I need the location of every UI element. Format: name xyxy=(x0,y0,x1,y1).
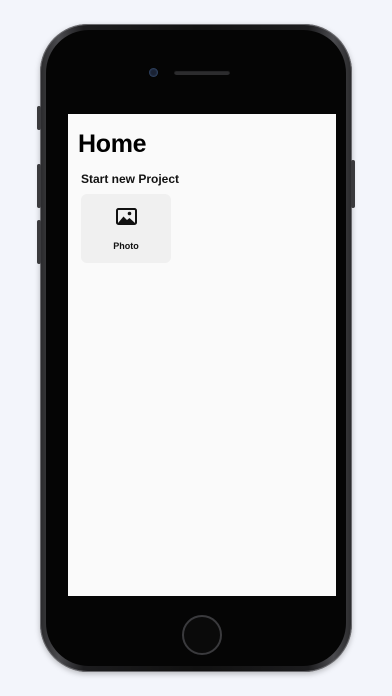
section-title: Start new Project xyxy=(81,172,180,186)
volume-down-button xyxy=(37,220,41,264)
phone-bezel: Home Start new Project Photo xyxy=(46,30,346,666)
canvas: Home Start new Project Photo xyxy=(0,0,392,696)
app-screen: Home Start new Project Photo xyxy=(68,114,336,596)
new-photo-project-button[interactable]: Photo xyxy=(81,194,171,263)
page-title: Home xyxy=(78,130,147,158)
power-button xyxy=(351,160,355,208)
photo-icon xyxy=(116,208,137,225)
front-camera-icon xyxy=(149,68,158,77)
volume-up-button xyxy=(37,164,41,208)
phone-frame: Home Start new Project Photo xyxy=(37,24,355,672)
home-button[interactable] xyxy=(182,615,222,655)
photo-label: Photo xyxy=(113,241,139,251)
mute-switch xyxy=(37,106,41,130)
earpiece-speaker xyxy=(174,70,230,75)
